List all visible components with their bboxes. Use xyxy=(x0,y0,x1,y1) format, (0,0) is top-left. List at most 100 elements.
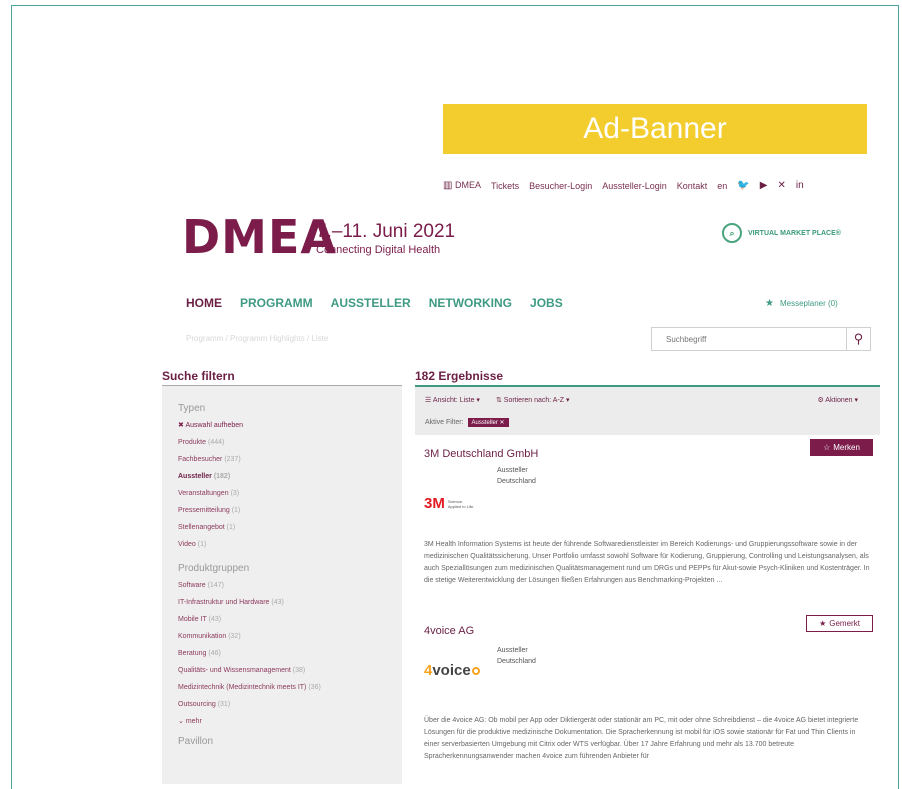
ad-banner[interactable]: Ad-Banner xyxy=(443,104,867,154)
type-filter-item-active[interactable]: Aussteller (182) xyxy=(178,473,402,481)
group-label: Outsourcing xyxy=(178,701,216,708)
group-filter-item[interactable]: Kommunikation (32) xyxy=(178,633,402,641)
event-dates: 7.–11. Juni 2021 xyxy=(316,221,456,242)
merken-label: Merken xyxy=(833,443,860,452)
nav-home[interactable]: HOME xyxy=(186,296,222,310)
type-label: Produkte xyxy=(178,439,207,446)
sort-dropdown[interactable]: ⇅ Sortieren nach: A-Z ▾ xyxy=(496,396,570,404)
type-filter-item[interactable]: Pressemitteilung (1) xyxy=(178,507,402,515)
search-input[interactable] xyxy=(651,327,847,351)
contact-link[interactable]: Kontakt xyxy=(677,181,708,191)
group-label: Beratung xyxy=(178,650,207,657)
close-icon: ✖ xyxy=(178,422,184,429)
merken-button[interactable]: ☆ Merken xyxy=(810,439,873,456)
type-filter-item[interactable]: Stellenangebot (1) xyxy=(178,524,402,532)
group-count: (38) xyxy=(292,667,306,674)
type-count: (444) xyxy=(207,439,225,446)
pavilion-title: Pavillon xyxy=(178,736,214,747)
group-filter-item[interactable]: Mobile IT (43) xyxy=(178,616,402,624)
dmea-label: DMEA xyxy=(454,180,481,190)
group-count: (147) xyxy=(207,582,224,589)
type-label: Pressemitteilung xyxy=(178,507,230,514)
search-button[interactable]: ⚲ xyxy=(847,327,871,351)
product-groups-title: Produktgruppen xyxy=(178,563,250,574)
sort-label: Sortieren nach: A-Z xyxy=(503,397,565,404)
actions-label: Aktionen xyxy=(825,397,853,404)
clear-selection-link[interactable]: ✖ Auswahl aufheben xyxy=(178,422,402,430)
type-filter-item[interactable]: Produkte (444) xyxy=(178,439,402,447)
youtube-icon[interactable]: ▶ xyxy=(760,180,768,191)
gemerkt-button[interactable]: ★ Gemerkt xyxy=(806,615,873,632)
type-filter-item[interactable]: Veranstaltungen (3) xyxy=(178,490,402,498)
nav-jobs[interactable]: JOBS xyxy=(530,296,563,310)
group-count: (43) xyxy=(271,599,284,606)
group-label: Mobile IT xyxy=(178,616,207,623)
type-count: (1) xyxy=(226,524,236,531)
exhibitor-meta: Aussteller Deutschland xyxy=(497,465,536,487)
view-label: Ansicht: Liste xyxy=(432,397,475,404)
exhibitor-meta: Aussteller Deutschland xyxy=(497,645,536,667)
nav-aussteller[interactable]: AUSSTELLER xyxy=(331,296,411,310)
type-label: Fachbesucher xyxy=(178,456,223,463)
actions-dropdown[interactable]: ⚙ Aktionen ▾ xyxy=(817,396,858,404)
group-filter-item[interactable]: Beratung (46) xyxy=(178,650,402,658)
exhibitor-name[interactable]: 4voice AG xyxy=(424,625,474,637)
type-count: (1) xyxy=(197,541,207,548)
group-filter-item[interactable]: Medizintechnik (Medizintechnik meets IT)… xyxy=(178,684,402,692)
exhibitor-login-link[interactable]: Aussteller-Login xyxy=(602,181,667,191)
visitor-login-link[interactable]: Besucher-Login xyxy=(529,181,592,191)
group-filter-item[interactable]: Software (147) xyxy=(178,582,402,590)
breadcrumb[interactable]: Programm / Programm Highlights / Liste xyxy=(186,334,328,343)
type-label: Video xyxy=(178,541,196,548)
gear-icon: ⚙ xyxy=(817,397,824,404)
star-icon: ★ xyxy=(765,298,774,309)
type-count: (182) xyxy=(213,473,231,480)
dmea-link[interactable]: ▥ DMEA xyxy=(443,180,481,191)
tickets-link[interactable]: Tickets xyxy=(491,181,519,191)
messeplaner-link[interactable]: ★ Messeplaner (0) xyxy=(765,298,838,309)
type-count: (237) xyxy=(224,456,241,463)
more-link[interactable]: ⌄ mehr xyxy=(178,718,402,726)
magnifier-globe-icon: ⌕ xyxy=(722,223,742,243)
view-dropdown[interactable]: ☰ Ansicht: Liste ▾ xyxy=(425,396,480,404)
vmp-label: VIRTUAL MARKET PLACE® xyxy=(748,229,841,237)
more-label: mehr xyxy=(185,718,202,725)
list-icon: ☰ xyxy=(425,397,432,404)
group-label: IT-Infrastruktur und Hardware xyxy=(178,599,270,606)
language-link[interactable]: en xyxy=(717,181,727,191)
type-filter-item[interactable]: Fachbesucher (237) xyxy=(178,456,402,464)
exhibitor-name[interactable]: 3M Deutschland GmbH xyxy=(424,448,538,460)
type-label: Veranstaltungen xyxy=(178,490,229,497)
chevron-down-icon: ⌄ xyxy=(178,718,184,725)
xing-icon[interactable]: ✕ xyxy=(777,180,785,191)
clear-selection-label: Auswahl aufheben xyxy=(185,422,244,429)
exhibitor-description: 3M Health Information Systems ist heute … xyxy=(424,541,870,584)
3m-logo-tagline: Science. Applied to Life. xyxy=(447,498,475,509)
close-icon: ✕ xyxy=(499,420,505,426)
exhibitor-country: Deutschland xyxy=(497,478,536,485)
exhibitor-description: Über die 4voice AG: Ob mobil per App ode… xyxy=(424,717,859,760)
3m-logo[interactable]: 3M Science. Applied to Life. xyxy=(424,495,474,512)
twitter-icon[interactable]: 🐦 xyxy=(737,180,749,191)
group-filter-item[interactable]: Qualitäts- und Wissensmanagement (38) xyxy=(178,667,402,675)
group-label: Medizintechnik (Medizintechnik meets IT) xyxy=(178,684,307,691)
main-navigation: HOME PROGRAMM AUSSTELLER NETWORKING JOBS xyxy=(186,296,563,310)
nav-programm[interactable]: PROGRAMM xyxy=(240,296,313,310)
top-navigation: ▥ DMEA Tickets Besucher-Login Aussteller… xyxy=(443,180,873,191)
dmea-logo[interactable]: DMEA xyxy=(182,214,337,260)
group-label: Qualitäts- und Wissensmanagement xyxy=(178,667,291,674)
linkedin-icon[interactable]: in xyxy=(796,180,804,191)
4voice-logo[interactable]: 4voice xyxy=(424,662,480,679)
exhibitor-type: Aussteller xyxy=(497,467,528,474)
type-label: Stellenangebot xyxy=(178,524,225,531)
group-filter-item[interactable]: IT-Infrastruktur und Hardware (43) xyxy=(178,599,402,607)
active-filter-chip[interactable]: Aussteller ✕ xyxy=(467,418,509,427)
3m-logo-mark: 3M xyxy=(424,495,445,512)
nav-networking[interactable]: NETWORKING xyxy=(429,296,512,310)
type-filter-item[interactable]: Video (1) xyxy=(178,541,402,549)
gemerkt-label: Gemerkt xyxy=(829,619,860,628)
group-filter-item[interactable]: Outsourcing (31) xyxy=(178,701,402,709)
group-label: Software xyxy=(178,582,206,589)
virtual-market-place-link[interactable]: ⌕ VIRTUAL MARKET PLACE® xyxy=(722,223,841,243)
logo-ring-icon xyxy=(471,667,480,675)
